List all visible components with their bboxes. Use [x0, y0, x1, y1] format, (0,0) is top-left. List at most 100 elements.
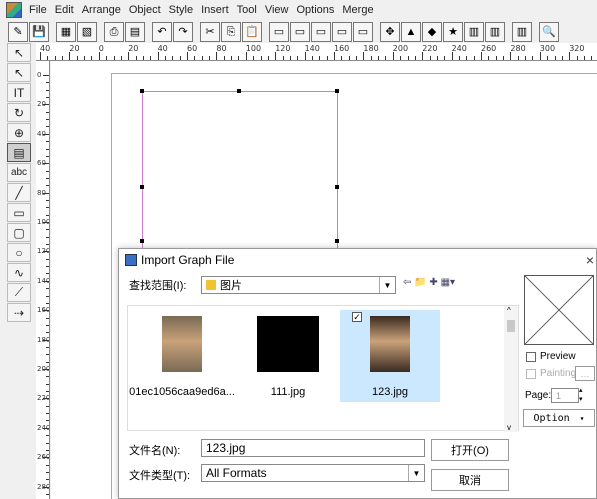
option-button[interactable]: Option ▾ [523, 409, 595, 427]
checkbox-icon[interactable] [526, 368, 536, 379]
menu-bar: File Edit Arrange Object Style Insert To… [0, 0, 597, 20]
tool13-icon[interactable]: ▭ [290, 22, 310, 42]
selection-handle[interactable] [140, 89, 144, 93]
zoom-icon[interactable]: 🔍 [539, 22, 559, 42]
look-in-value: 图片 [220, 280, 242, 292]
up-folder-icon[interactable]: 📁 [414, 277, 426, 288]
tool23-icon[interactable]: ▥ [512, 22, 532, 42]
cancel-button[interactable]: 取消 [431, 469, 509, 491]
chart-icon[interactable]: ▲ [401, 22, 421, 42]
star-icon[interactable]: ★ [443, 22, 463, 42]
file-item[interactable]: 111.jpg [238, 310, 338, 402]
close-icon[interactable]: × [586, 252, 594, 268]
zoom-tool-icon[interactable]: ⊕ [7, 123, 31, 142]
line-tool-icon[interactable]: ╱ [7, 183, 31, 202]
tool14-icon[interactable]: ▭ [311, 22, 331, 42]
menu-view[interactable]: View [261, 4, 293, 16]
tool6-icon[interactable]: ▤ [125, 22, 145, 42]
color-icon[interactable]: ◆ [422, 22, 442, 42]
ruler-tick [46, 273, 49, 275]
undo-icon[interactable]: ↶ [152, 22, 172, 42]
polyline-tool-icon[interactable]: ⟋ [7, 283, 31, 302]
abc-tool-icon[interactable]: abc [7, 163, 31, 182]
copy-icon[interactable]: ⎘ [221, 22, 241, 42]
text-tool-icon[interactable]: IT [7, 83, 31, 102]
checkbox-icon[interactable] [526, 351, 536, 362]
tool16-icon[interactable]: ▭ [353, 22, 373, 42]
scroll-down-icon[interactable]: v [507, 423, 511, 432]
selection-handle[interactable] [140, 239, 144, 243]
scrollbar-thumb[interactable] [507, 320, 515, 332]
measure-tool-icon[interactable]: ⇢ [7, 303, 31, 322]
ruler-tick [40, 52, 41, 60]
ellipse-tool-icon[interactable]: ○ [7, 243, 31, 262]
selection-handle[interactable] [335, 185, 339, 189]
tool15-icon[interactable]: ▭ [332, 22, 352, 42]
cut-icon[interactable]: ✂ [200, 22, 220, 42]
page-spinner-icon[interactable]: ▴ ▾ [579, 386, 583, 404]
ruler-tick [370, 56, 372, 60]
rotate-tool-icon[interactable]: ↻ [7, 103, 31, 122]
menu-merge[interactable]: Merge [338, 4, 377, 16]
filetype-select[interactable]: All Formats ▼ [201, 464, 425, 482]
round-rect-tool-icon[interactable]: ▢ [7, 223, 31, 242]
selection-handle[interactable] [140, 185, 144, 189]
preview-box [524, 275, 594, 345]
file-list-scrollbar[interactable]: ^ v [504, 306, 518, 432]
ruler-tick [43, 310, 49, 312]
selection-handle[interactable] [335, 89, 339, 93]
new-folder-icon[interactable]: ✚ [429, 277, 437, 288]
ruler-tick [46, 288, 49, 290]
chevron-down-icon[interactable]: ▼ [379, 277, 395, 293]
menu-style[interactable]: Style [165, 4, 197, 16]
menu-tool[interactable]: Tool [233, 4, 261, 16]
menu-object[interactable]: Object [125, 4, 165, 16]
tool12-icon[interactable]: ▭ [269, 22, 289, 42]
ruler-tick [46, 141, 49, 143]
ruler-tick [356, 56, 358, 60]
align-icon[interactable]: ✥ [380, 22, 400, 42]
ruler-tick [43, 251, 49, 253]
redo-icon[interactable]: ↷ [173, 22, 193, 42]
scroll-up-icon[interactable]: ^ [507, 306, 511, 315]
menu-insert[interactable]: Insert [197, 4, 233, 16]
painting-checkbox[interactable]: Painting [526, 368, 576, 379]
tool3-icon[interactable]: ▦ [56, 22, 76, 42]
tool4-icon[interactable]: ▧ [77, 22, 97, 42]
paste-icon[interactable]: 📋 [242, 22, 262, 42]
menu-options[interactable]: Options [292, 4, 338, 16]
preview-checkbox[interactable]: Preview [526, 351, 576, 362]
print-icon[interactable]: ⎙ [104, 22, 124, 42]
view-menu-icon[interactable]: ▦▾ [441, 277, 455, 288]
look-in-select[interactable]: 图片 ▼ [201, 276, 396, 294]
rect-tool-icon[interactable]: ▭ [7, 203, 31, 222]
open-button[interactable]: 打开(O) [431, 439, 509, 461]
subselect-tool-icon[interactable]: ↖ [7, 63, 31, 82]
fill-tool-icon[interactable]: ▤ [7, 143, 31, 162]
page-input[interactable]: 1 [551, 388, 579, 403]
save-icon[interactable]: 💾 [29, 22, 49, 42]
painting-options-button[interactable]: … [575, 366, 595, 381]
ruler-tick [429, 56, 431, 60]
filename-input[interactable]: 123.jpg [201, 439, 425, 457]
ruler-tick [46, 229, 49, 231]
checkbox-icon[interactable]: ✓ [352, 312, 362, 322]
menu-arrange[interactable]: Arrange [78, 4, 125, 16]
file-item[interactable]: 01ec1056caa9ed6a... [129, 310, 235, 402]
curve-tool-icon[interactable]: ∿ [7, 263, 31, 282]
chevron-down-icon[interactable]: ▼ [408, 465, 424, 481]
ruler-tick [414, 56, 416, 60]
menu-edit[interactable]: Edit [51, 4, 78, 16]
menu-file[interactable]: File [25, 4, 51, 16]
arrow-tool-icon[interactable]: ↖ [7, 43, 31, 62]
tool22-icon[interactable]: ▥ [485, 22, 505, 42]
back-icon[interactable]: ⇦ [403, 277, 411, 288]
ruler-tick [179, 56, 181, 60]
selection-handle[interactable] [335, 239, 339, 243]
ruler-label: 40 [40, 44, 51, 53]
file-item-selected[interactable]: ✓ 123.jpg [340, 310, 440, 402]
tool21-icon[interactable]: ▥ [464, 22, 484, 42]
ruler-tick [142, 56, 144, 60]
new-icon[interactable]: ✎ [8, 22, 28, 42]
selection-handle[interactable] [237, 89, 241, 93]
